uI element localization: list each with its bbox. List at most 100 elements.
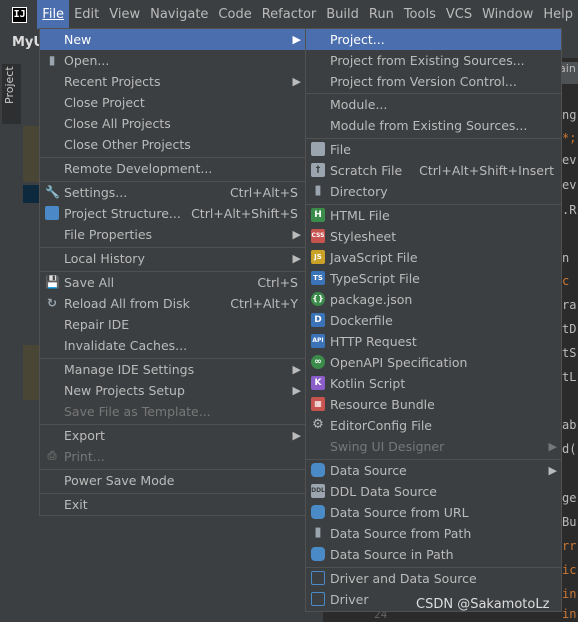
folder-icon: ▮ xyxy=(48,53,56,67)
menu-item-open[interactable]: ▮ Open... xyxy=(40,50,305,71)
code-line: ic xyxy=(562,563,577,577)
menu-item-close-all-projects[interactable]: Close All Projects xyxy=(40,113,305,134)
menu-item-save-all[interactable]: 💾 Save All Ctrl+S xyxy=(40,272,305,293)
tool-window-rail xyxy=(0,58,24,622)
project-structure-icon xyxy=(45,206,59,220)
menu-item-remote-development[interactable]: Remote Development... xyxy=(40,158,305,179)
save-icon: 💾 xyxy=(45,275,60,289)
menu-item-data-source-from-url[interactable]: Data Source from URL xyxy=(306,502,561,523)
menu-refactor[interactable]: Refactor xyxy=(257,0,322,29)
menu-item-power-save-mode[interactable]: Power Save Mode xyxy=(40,470,305,491)
menu-tools[interactable]: Tools xyxy=(399,0,441,29)
nodejs-icon: {} xyxy=(311,292,325,306)
menu-item-close-project[interactable]: Close Project xyxy=(40,92,305,113)
scratch-file-icon: † xyxy=(311,163,325,177)
printer-icon: ⎙ xyxy=(47,449,57,462)
menu-item-typescript-file[interactable]: TS TypeScript File xyxy=(306,268,561,289)
menu-item-manage-ide-settings[interactable]: Manage IDE Settings ▶ xyxy=(40,359,305,380)
code-line: ng xyxy=(562,108,577,122)
menu-item-local-history[interactable]: Local History ▶ xyxy=(40,248,305,269)
menu-item-scratch-file[interactable]: † Scratch File Ctrl+Alt+Shift+Insert xyxy=(306,160,561,181)
menu-item-project-existing-sources[interactable]: Project from Existing Sources... xyxy=(306,50,561,71)
menu-item-save-file-as-template: Save File as Template... xyxy=(64,404,211,419)
menu-file[interactable]: File xyxy=(37,0,70,29)
code-line: d( xyxy=(562,442,577,456)
openapi-icon: ∞ xyxy=(311,355,325,369)
menu-item-directory[interactable]: ▮ Directory xyxy=(306,181,561,202)
menu-item-javascript-file[interactable]: JS JavaScript File xyxy=(306,247,561,268)
menu-item-exit[interactable]: Exit xyxy=(40,494,305,515)
menu-item-file-properties[interactable]: File Properties ▶ xyxy=(40,224,305,245)
menu-item-data-source-from-path[interactable]: ▮ Data Source from Path xyxy=(306,523,561,544)
menu-code[interactable]: Code xyxy=(213,0,256,29)
code-line: ra xyxy=(562,298,577,312)
code-line: *; xyxy=(562,131,577,145)
menu-navigate[interactable]: Navigate xyxy=(145,0,213,29)
menu-item-module-existing-sources[interactable]: Module from Existing Sources... xyxy=(306,115,561,136)
folder-open-icon: ▮ xyxy=(314,525,322,540)
submenu-arrow-icon: ▶ xyxy=(292,363,301,376)
tree-selection xyxy=(23,185,40,203)
menu-item-dockerfile[interactable]: D Dockerfile xyxy=(306,310,561,331)
menu-item-kotlin-script[interactable]: K Kotlin Script xyxy=(306,373,561,394)
database-icon xyxy=(311,463,325,477)
menu-item-new-module[interactable]: Module... xyxy=(306,94,561,115)
menu-item-data-source[interactable]: Data Source ▶ xyxy=(306,460,561,481)
folder-icon: ▮ xyxy=(314,183,322,198)
css-file-icon: CSS xyxy=(311,229,325,243)
menu-item-html-file[interactable]: H HTML File xyxy=(306,205,561,226)
tree-highlight xyxy=(23,345,40,400)
menu-item-close-other-projects[interactable]: Close Other Projects xyxy=(40,134,305,155)
intellij-logo-icon: IJ xyxy=(12,6,28,23)
file-icon xyxy=(311,142,325,156)
menu-view[interactable]: View xyxy=(104,0,145,29)
javascript-file-icon: JS xyxy=(311,250,325,264)
submenu-arrow-icon: ▶ xyxy=(548,464,557,477)
submenu-arrow-icon: ▶ xyxy=(292,252,301,265)
menu-item-driver-and-data-source[interactable]: Driver and Data Source xyxy=(306,568,561,589)
menu-item-new[interactable]: New ▶ xyxy=(40,29,305,50)
menu-item-invalidate-caches[interactable]: Invalidate Caches... xyxy=(40,335,305,356)
menu-help[interactable]: Help xyxy=(538,0,578,29)
menu-item-http-request[interactable]: API HTTP Request xyxy=(306,331,561,352)
main-menu-bar: IJ File Edit View Navigate Code Refactor… xyxy=(0,0,578,29)
menu-item-project-from-vcs[interactable]: Project from Version Control... xyxy=(306,71,561,92)
menu-run[interactable]: Run xyxy=(364,0,399,29)
menu-item-export[interactable]: Export ▶ xyxy=(40,425,305,446)
code-line: rr xyxy=(562,539,577,553)
menu-item-new-projects-setup[interactable]: New Projects Setup ▶ xyxy=(40,380,305,401)
menu-item-data-source-in-path[interactable]: Data Source in Path xyxy=(306,544,561,565)
kotlin-icon: K xyxy=(311,376,325,390)
menu-vcs[interactable]: VCS xyxy=(441,0,477,29)
menu-item-stylesheet[interactable]: CSS Stylesheet xyxy=(306,226,561,247)
code-line: tS xyxy=(562,346,577,360)
menu-item-recent-projects[interactable]: Recent Projects ▶ xyxy=(40,71,305,92)
menu-item-settings[interactable]: 🔧 Settings... Ctrl+Alt+S xyxy=(40,182,305,203)
menu-build[interactable]: Build xyxy=(321,0,364,29)
code-line: c xyxy=(562,274,570,288)
menu-item-new-project[interactable]: Project... xyxy=(306,29,561,50)
driver-icon xyxy=(311,571,325,585)
code-line: ge xyxy=(562,491,577,505)
menu-item-new-file[interactable]: File xyxy=(306,139,561,160)
menu-item-package-json[interactable]: {} package.json xyxy=(306,289,561,310)
menu-item-ddl-data-source[interactable]: DDL DDL Data Source xyxy=(306,481,561,502)
submenu-arrow-icon: ▶ xyxy=(292,429,301,442)
menu-item-print: ⎙ Print... xyxy=(40,446,305,467)
menu-item-repair-ide[interactable]: Repair IDE xyxy=(40,314,305,335)
menu-item-openapi-specification[interactable]: ∞ OpenAPI Specification xyxy=(306,352,561,373)
tree-highlight xyxy=(23,126,40,182)
docker-icon: D xyxy=(311,313,325,327)
menu-item-swing-ui-designer: Swing UI Designer ▶ xyxy=(306,436,561,457)
resource-bundle-icon: ▦ xyxy=(311,397,325,411)
menu-window[interactable]: Window xyxy=(477,0,538,29)
menu-item-project-structure[interactable]: Project Structure... Ctrl+Alt+Shift+S xyxy=(40,203,305,224)
reload-icon: ↻ xyxy=(46,296,58,310)
menu-edit[interactable]: Edit xyxy=(69,0,104,29)
menu-item-resource-bundle[interactable]: ▦ Resource Bundle xyxy=(306,394,561,415)
menu-item-editorconfig-file[interactable]: ⚙ EditorConfig File xyxy=(306,415,561,436)
typescript-file-icon: TS xyxy=(311,271,325,285)
menu-item-reload-all[interactable]: ↻ Reload All from Disk Ctrl+Alt+Y xyxy=(40,293,305,314)
submenu-arrow-icon: ▶ xyxy=(292,75,301,88)
driver-icon xyxy=(311,592,325,606)
